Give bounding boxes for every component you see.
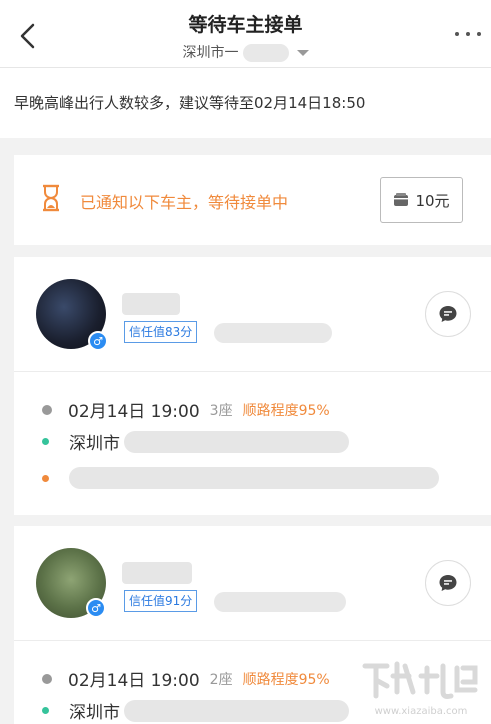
blurred-car-info <box>214 323 332 343</box>
trip-time-row: 02月14日 19:00 2座 顺路程度95% <box>42 666 330 691</box>
blurred-start-address <box>124 430 349 453</box>
blurred-driver-name <box>122 293 180 315</box>
page-title: 等待车主接单 <box>188 14 303 36</box>
blurred-end-address <box>69 467 439 489</box>
route-match: 顺路程度95% <box>242 402 330 419</box>
clock-icon <box>42 404 52 415</box>
driver-card[interactable]: ♂ 信任值83分 02月14日 19:00 3座 顺路程度95% 深圳市 <box>14 257 491 515</box>
watermark-logo: www.xiazaiba.com <box>362 661 478 717</box>
message-button[interactable] <box>425 291 471 337</box>
route-selector[interactable]: 深圳市一 <box>0 42 491 62</box>
end-dot-icon <box>42 474 49 482</box>
more-options-icon[interactable] <box>455 24 481 44</box>
wallet-icon <box>394 193 409 206</box>
departure-time: 02月14日 19:00 <box>68 402 200 422</box>
waiting-status-card: 已通知以下车主，等待接单中 10元 <box>14 155 491 245</box>
chat-bubble-icon <box>439 575 457 591</box>
start-location-row: 深圳市 <box>42 429 349 454</box>
trust-score-badge: 信任值83分 <box>124 321 198 343</box>
seat-count: 3座 <box>209 402 233 419</box>
chevron-down-icon <box>296 50 309 56</box>
chat-bubble-icon <box>439 306 457 322</box>
start-location-row: 深圳市 <box>42 698 349 723</box>
blurred-start-address <box>124 699 349 722</box>
peak-notice-banner: 早晚高峰出行人数较多，建议等待至02月14日18:50 <box>0 68 491 138</box>
start-dot-icon <box>42 438 49 445</box>
fare-button[interactable]: 10元 <box>380 177 463 223</box>
male-gender-icon: ♂ <box>88 331 108 351</box>
start-city: 深圳市 <box>69 434 120 454</box>
blurred-driver-name <box>122 562 192 584</box>
departure-time: 02月14日 19:00 <box>68 671 200 691</box>
start-city: 深圳市 <box>69 703 120 723</box>
divider <box>14 371 491 372</box>
clock-icon <box>42 673 52 684</box>
male-gender-icon: ♂ <box>86 598 106 618</box>
start-dot-icon <box>42 707 49 714</box>
top-bar: 等待车主接单 深圳市一 <box>0 0 491 68</box>
fare-amount: 10元 <box>415 191 450 210</box>
route-origin: 深圳市一 <box>182 45 239 61</box>
blurred-car-info <box>214 592 346 612</box>
trust-score-badge: 信任值91分 <box>124 590 198 612</box>
blurred-destination <box>242 44 289 62</box>
route-match: 顺路程度95% <box>242 671 330 688</box>
waiting-status-text: 已通知以下车主，等待接单中 <box>80 193 289 212</box>
seat-count: 2座 <box>209 671 233 688</box>
message-button[interactable] <box>425 560 471 606</box>
svg-text:www.xiazaiba.com: www.xiazaiba.com <box>375 706 468 717</box>
hourglass-icon <box>43 184 59 212</box>
end-location-row <box>42 467 439 489</box>
divider <box>14 640 491 641</box>
peak-notice-text: 早晚高峰出行人数较多，建议等待至02月14日18:50 <box>14 94 366 112</box>
trip-time-row: 02月14日 19:00 3座 顺路程度95% <box>42 397 330 422</box>
